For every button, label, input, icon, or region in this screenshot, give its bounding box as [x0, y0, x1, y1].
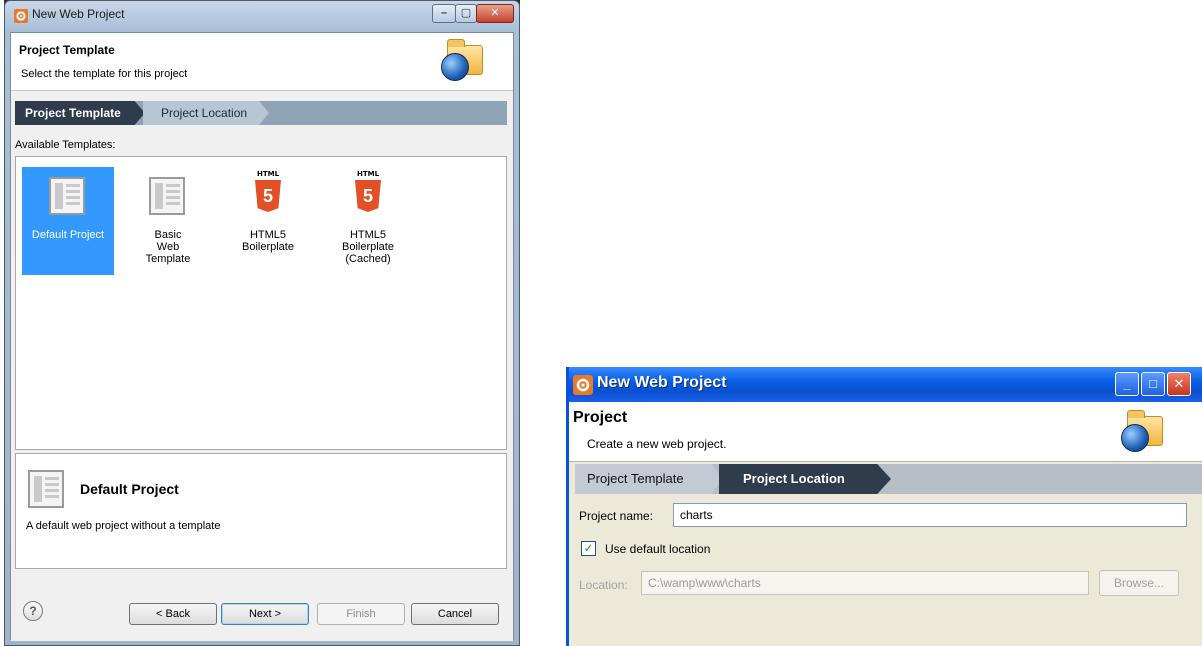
- wizard-header: Project Create a new web project.: [569, 402, 1202, 462]
- dialog-client-area: Project Template Select the template for…: [10, 32, 514, 641]
- close-button[interactable]: ✕: [1167, 372, 1191, 396]
- wizard-header: Project Template Select the template for…: [11, 33, 513, 91]
- step-project-location[interactable]: Project Location: [143, 101, 269, 125]
- back-button[interactable]: < Back: [129, 603, 217, 625]
- window-title: New Web Project: [32, 7, 125, 21]
- templates-list: Default Project Basic Web Template HTML …: [15, 156, 507, 450]
- description-text: A default web project without a template: [26, 520, 221, 532]
- app-gear-icon: [573, 375, 593, 395]
- template-basic-web[interactable]: Basic Web Template: [122, 167, 214, 275]
- document-icon: [149, 177, 185, 215]
- document-icon: [49, 177, 85, 215]
- project-name-input[interactable]: charts: [673, 503, 1187, 527]
- window-title: New Web Project: [597, 374, 727, 391]
- browse-button[interactable]: Browse...: [1099, 570, 1179, 596]
- new-web-project-dialog-template: New Web Project – ▢ ✕ Project Template S…: [4, 0, 520, 646]
- use-default-location-checkbox[interactable]: ✓: [581, 541, 596, 556]
- minimize-button[interactable]: _: [1115, 372, 1139, 396]
- available-templates-label: Available Templates:: [15, 139, 116, 151]
- location-input[interactable]: C:\wamp\www\charts: [641, 571, 1089, 595]
- description-title: Default Project: [80, 481, 179, 497]
- web-project-globe-icon: [441, 39, 485, 83]
- maximize-button[interactable]: ▢: [455, 4, 477, 23]
- finish-button[interactable]: Finish: [317, 603, 405, 625]
- page-title: Project Template: [19, 43, 115, 57]
- page-subtitle: Select the template for this project: [21, 68, 188, 80]
- web-project-globe-icon: [1121, 410, 1165, 454]
- page-subtitle: Create a new web project.: [587, 437, 727, 451]
- template-label: HTML5 Boilerplate: [242, 229, 294, 253]
- step-project-template[interactable]: Project Template: [15, 101, 145, 125]
- html5-icon: HTML 5: [254, 170, 282, 216]
- step-project-template[interactable]: Project Template: [575, 464, 723, 494]
- help-icon[interactable]: ?: [23, 601, 43, 621]
- wizard-steps: Project Template Project Location: [575, 464, 1202, 494]
- cancel-button[interactable]: Cancel: [411, 603, 499, 625]
- document-icon: [28, 470, 64, 508]
- template-default-project[interactable]: Default Project: [22, 167, 114, 275]
- location-label: Location:: [579, 578, 628, 592]
- template-html5-boilerplate-cached[interactable]: HTML 5 HTML5 Boilerplate (Cached): [322, 167, 414, 275]
- page-title: Project: [573, 409, 628, 426]
- title-bar[interactable]: New Web Project _ □ ✕: [569, 367, 1202, 402]
- minimize-button[interactable]: –: [432, 4, 456, 23]
- close-button[interactable]: ✕: [476, 4, 514, 23]
- template-label: HTML5 Boilerplate (Cached): [342, 229, 394, 265]
- app-gear-icon: [14, 9, 28, 23]
- use-default-location-label[interactable]: Use default location: [605, 542, 710, 556]
- button-bar: ? < Back Next > Finish Cancel: [11, 573, 513, 641]
- template-label: Basic Web Template: [145, 229, 191, 265]
- title-bar[interactable]: New Web Project – ▢ ✕: [10, 4, 514, 26]
- wizard-steps: Project Template Project Location: [15, 101, 507, 125]
- next-button[interactable]: Next >: [221, 603, 309, 625]
- html5-icon: HTML 5: [354, 170, 382, 216]
- new-web-project-dialog-location: New Web Project _ □ ✕ Project Create a n…: [566, 367, 1202, 646]
- template-description-panel: Default Project A default web project wi…: [15, 453, 507, 569]
- step-project-location[interactable]: Project Location: [719, 464, 891, 494]
- template-html5-boilerplate[interactable]: HTML 5 HTML5 Boilerplate: [222, 167, 314, 275]
- project-name-label: Project name:: [579, 509, 654, 523]
- template-label: Default Project: [31, 229, 105, 241]
- maximize-button[interactable]: □: [1141, 372, 1165, 396]
